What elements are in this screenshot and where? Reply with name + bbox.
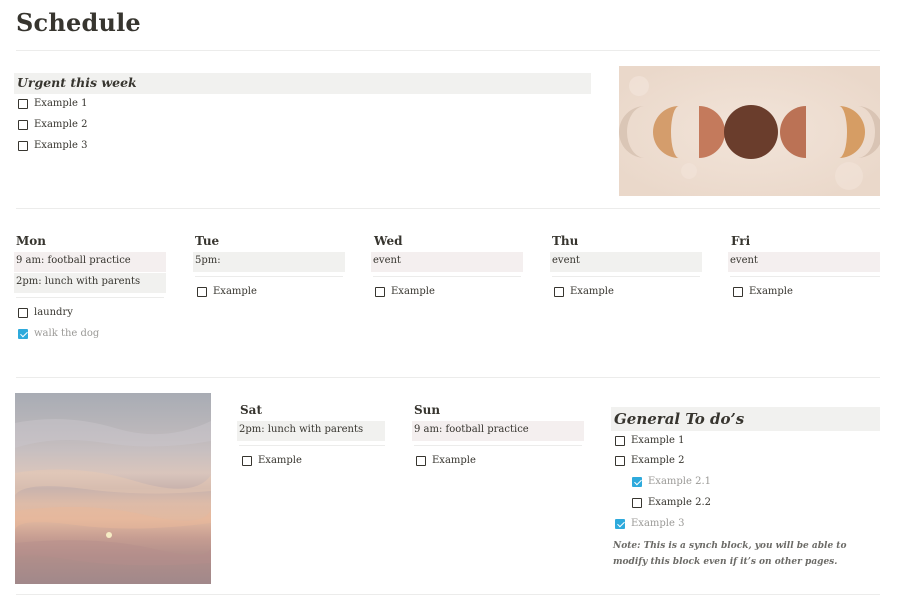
moon-phases-image — [619, 66, 880, 196]
day-divider — [373, 276, 521, 277]
thu-todo-1[interactable]: Example — [554, 286, 614, 297]
mon-todo-2[interactable]: walk the dog — [18, 328, 99, 339]
general-todo-2[interactable]: Example 2 — [615, 455, 684, 466]
day-heading-sat: Sat — [240, 403, 262, 417]
urgent-todo-3[interactable]: Example 3 — [18, 140, 87, 151]
checkbox-checked[interactable] — [632, 476, 642, 487]
checkbox[interactable] — [733, 286, 743, 297]
sat-todo-1[interactable]: Example — [242, 455, 302, 466]
day-divider — [239, 445, 385, 446]
day-heading-sun: Sun — [414, 403, 441, 417]
event-wed-1[interactable]: event — [371, 252, 523, 272]
day-divider — [730, 276, 880, 277]
checkbox[interactable] — [18, 98, 28, 109]
page-title: Schedule — [16, 8, 141, 37]
urgent-todo-1[interactable]: Example 1 — [18, 98, 87, 109]
checkbox[interactable] — [375, 286, 385, 297]
checkbox[interactable] — [242, 455, 252, 466]
checkbox[interactable] — [615, 435, 625, 446]
checkbox[interactable] — [18, 140, 28, 151]
checkbox-checked[interactable] — [615, 518, 625, 529]
event-sun-1[interactable]: 9 am: football practice — [412, 421, 584, 441]
general-todo-2-1[interactable]: Example 2.1 — [632, 476, 711, 487]
sky-photo-icon — [15, 419, 211, 566]
checkbox-checked[interactable] — [18, 328, 28, 339]
checkbox[interactable] — [18, 307, 28, 318]
checkbox[interactable] — [632, 497, 642, 508]
checkbox[interactable] — [416, 455, 426, 466]
general-todo-2-2[interactable]: Example 2.2 — [632, 497, 711, 508]
fri-todo-1[interactable]: Example — [733, 286, 793, 297]
tue-todo-1[interactable]: Example — [197, 286, 257, 297]
section-divider — [16, 208, 880, 209]
day-heading-fri: Fri — [731, 234, 751, 248]
event-tue-1[interactable]: 5pm: — [193, 252, 345, 272]
checkbox[interactable] — [197, 286, 207, 297]
day-divider — [414, 445, 582, 446]
title-divider — [16, 50, 880, 51]
event-sat-1[interactable]: 2pm: lunch with parents — [237, 421, 385, 441]
sun-todo-1[interactable]: Example — [416, 455, 476, 466]
urgent-todo-2[interactable]: Example 2 — [18, 119, 87, 130]
event-mon-1[interactable]: 9 am: football practice — [14, 252, 166, 272]
event-fri-1[interactable]: event — [728, 252, 880, 272]
bottom-divider — [16, 594, 880, 595]
moon-phases-icon — [619, 66, 880, 196]
event-thu-1[interactable]: event — [550, 252, 702, 272]
general-todo-1[interactable]: Example 1 — [615, 435, 684, 446]
urgent-heading: Urgent this week — [14, 73, 591, 94]
day-divider — [195, 276, 343, 277]
section-divider — [16, 377, 880, 378]
day-divider — [16, 297, 164, 298]
mon-todo-1[interactable]: laundry — [18, 307, 73, 318]
wed-todo-1[interactable]: Example — [375, 286, 435, 297]
event-mon-2[interactable]: 2pm: lunch with parents — [14, 273, 166, 293]
checkbox[interactable] — [18, 119, 28, 130]
synced-block-note: Note: This is a synch block, you will be… — [613, 541, 847, 567]
checkbox[interactable] — [554, 286, 564, 297]
day-divider — [552, 276, 700, 277]
day-heading-wed: Wed — [374, 234, 403, 248]
sky-photo-image — [15, 393, 211, 584]
checkbox[interactable] — [615, 455, 625, 466]
general-todo-3[interactable]: Example 3 — [615, 518, 684, 529]
day-heading-thu: Thu — [552, 234, 579, 248]
day-heading-tue: Tue — [195, 234, 220, 248]
day-heading-mon: Mon — [16, 234, 47, 248]
general-todos-heading: General To do’s — [611, 407, 880, 431]
